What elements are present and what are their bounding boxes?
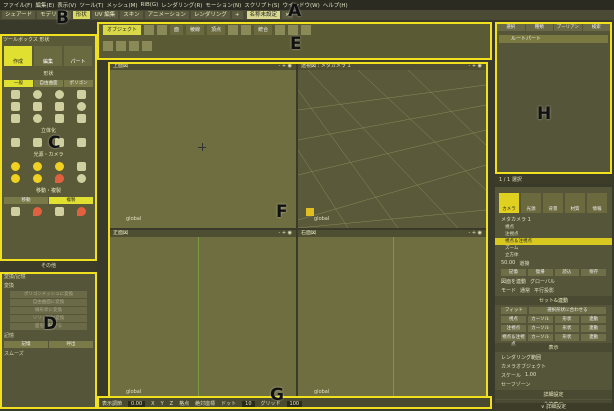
viewpoint-row: 視点 カーソル 形状 連動 (495, 315, 612, 324)
follow-value[interactable]: グローバル (530, 278, 555, 285)
detail-settings-footer[interactable]: ∨ 詳細設定 (495, 403, 612, 411)
integrated-tabs: カメラ 光源 背景 材質 情報 (495, 187, 612, 215)
menu-item[interactable]: ファイル(F) (3, 1, 32, 9)
label-c: C (48, 133, 61, 153)
save-button[interactable]: 保存 (581, 269, 606, 276)
both-shape-button[interactable]: 形状 (554, 334, 580, 341)
load-button[interactable]: 読込 (554, 269, 580, 276)
workspace-tab[interactable]: アニメーション (144, 11, 189, 19)
status-highlight (97, 396, 492, 409)
label-f: F (276, 202, 288, 222)
menu-item[interactable]: メッシュ(M) (106, 1, 137, 9)
target-link-button[interactable]: 連動 (581, 325, 606, 332)
zoom-value[interactable]: 50.00 (501, 260, 515, 267)
meta-camera-select[interactable]: メタカメラ 1 (495, 215, 612, 224)
menu-item[interactable]: ツール(T) (79, 1, 103, 9)
other-panel-header: その他 (0, 262, 97, 270)
direct-label: 道接 (519, 261, 530, 267)
mode-label: モード (501, 288, 517, 294)
label-h: H (537, 104, 552, 124)
workspace-tab[interactable]: + (231, 11, 243, 19)
target-cursor-button[interactable]: カーソル (527, 325, 553, 332)
camera-object-row: カメラオブジェクト (501, 364, 547, 370)
mode-row: モード 通常 平行投影 (495, 286, 612, 295)
parallel-projection-check[interactable]: 平行投影 (534, 287, 554, 294)
viewpoint-shape-button[interactable]: 形状 (554, 316, 580, 323)
fit-selection-button[interactable]: 選択形状に合わせる (528, 307, 606, 314)
viewpoint-label: 視点 (501, 316, 526, 323)
material-tab[interactable]: 材質 (565, 193, 585, 213)
restore-button[interactable]: 復帰 (527, 269, 553, 276)
target-label: 注視点 (501, 325, 526, 332)
detail-settings-button[interactable]: 詳細設定 (495, 390, 612, 399)
cube-item[interactable]: 立方体 (495, 252, 612, 259)
viewport-highlight (108, 62, 488, 402)
menu-item[interactable]: 編集(E) (35, 1, 54, 9)
light-tab[interactable]: 光源 (521, 193, 541, 213)
background-tab[interactable]: 背景 (543, 193, 563, 213)
both-row: 視点＆注視点 カーソル 形状 連動 (495, 333, 612, 347)
mode-value[interactable]: 通常 (520, 287, 530, 294)
scale-row: スケール 1.00 (495, 371, 612, 380)
zoom-value-row: 50.00 道接 (495, 259, 612, 268)
browser-highlight (495, 22, 612, 174)
label-g: G (270, 385, 284, 405)
viewpoint-cursor-button[interactable]: カーソル (527, 316, 553, 323)
follow-row: 図面を連動 グローバル (495, 277, 612, 286)
selection-count: 1 / 1 選択 (495, 176, 612, 184)
workspace-tab[interactable]: レンダリング (190, 11, 230, 19)
workspace-tab-bar: シェアード モデリング 形状 UV 編集 スキン アニメーション レンダリング + 名称未設定 × (0, 10, 614, 20)
set-link-header: セット&連動 (495, 296, 612, 305)
render-range-check[interactable]: レンダリング範囲 (495, 353, 612, 362)
workspace-tab[interactable]: スキン (120, 11, 143, 19)
follow-label[interactable]: 図面を連動 (501, 278, 526, 285)
viewpoint-link-button[interactable]: 連動 (581, 316, 606, 323)
menu-bar: ファイル(F) 編集(E) 表示(V) ツール(T) メッシュ(M) RIB(G) レンダリ… (0, 0, 614, 10)
workspace-tab[interactable]: UV 編集 (91, 11, 119, 19)
scale-label: スケール (501, 373, 522, 379)
view-item[interactable]: 視点 (495, 224, 612, 231)
target-shape-button[interactable]: 形状 (554, 325, 580, 332)
view-mode-list: 視点 注視点 視点＆注視点 ズーム 立方体 (495, 224, 612, 259)
label-d: D (43, 314, 58, 334)
menu-item[interactable]: レンダリング(R) (161, 1, 202, 9)
target-item[interactable]: 注視点 (495, 231, 612, 238)
conversion-highlight (0, 272, 97, 409)
scale-value[interactable]: 1.00 (525, 372, 536, 379)
info-tab[interactable]: 情報 (587, 193, 607, 213)
workspace-tab[interactable]: 形状 (72, 11, 90, 19)
both-cursor-button[interactable]: カーソル (527, 334, 553, 341)
fit-row: フィット 選択形状に合わせる (495, 306, 612, 315)
workspace-tab[interactable]: シェアード (2, 11, 36, 19)
memory-button[interactable]: 記憶 (501, 269, 526, 276)
safe-zone-check[interactable]: セーフゾーン (495, 380, 612, 389)
label-b: B (56, 8, 69, 28)
menu-item[interactable]: RIB(G) (141, 2, 159, 8)
label-a: A (288, 1, 302, 21)
fit-label: フィット (501, 307, 527, 314)
menu-item[interactable]: スクリプト(S) (244, 1, 279, 9)
both-label: 視点＆注視点 (501, 334, 526, 347)
menu-item[interactable]: ヘルプ(H) (323, 1, 348, 9)
label-e: E (290, 34, 302, 54)
target-row: 注視点 カーソル 形状 連動 (495, 324, 612, 333)
document-tab[interactable]: 名称未設定 (246, 11, 281, 19)
both-link-button[interactable]: 連動 (581, 334, 606, 341)
integrated-panel: カメラ 光源 背景 材質 情報 メタカメラ 1 視点 注視点 視点＆注視点 ズー… (495, 187, 612, 409)
camera-memory-buttons: 記憶 復帰 読込 保存 (495, 268, 612, 277)
view-target-item[interactable]: 視点＆注視点 (495, 238, 612, 245)
camera-tab[interactable]: カメラ (499, 193, 519, 213)
zoom-item[interactable]: ズーム (495, 245, 612, 252)
menu-item[interactable]: モーション(N) (205, 1, 241, 9)
